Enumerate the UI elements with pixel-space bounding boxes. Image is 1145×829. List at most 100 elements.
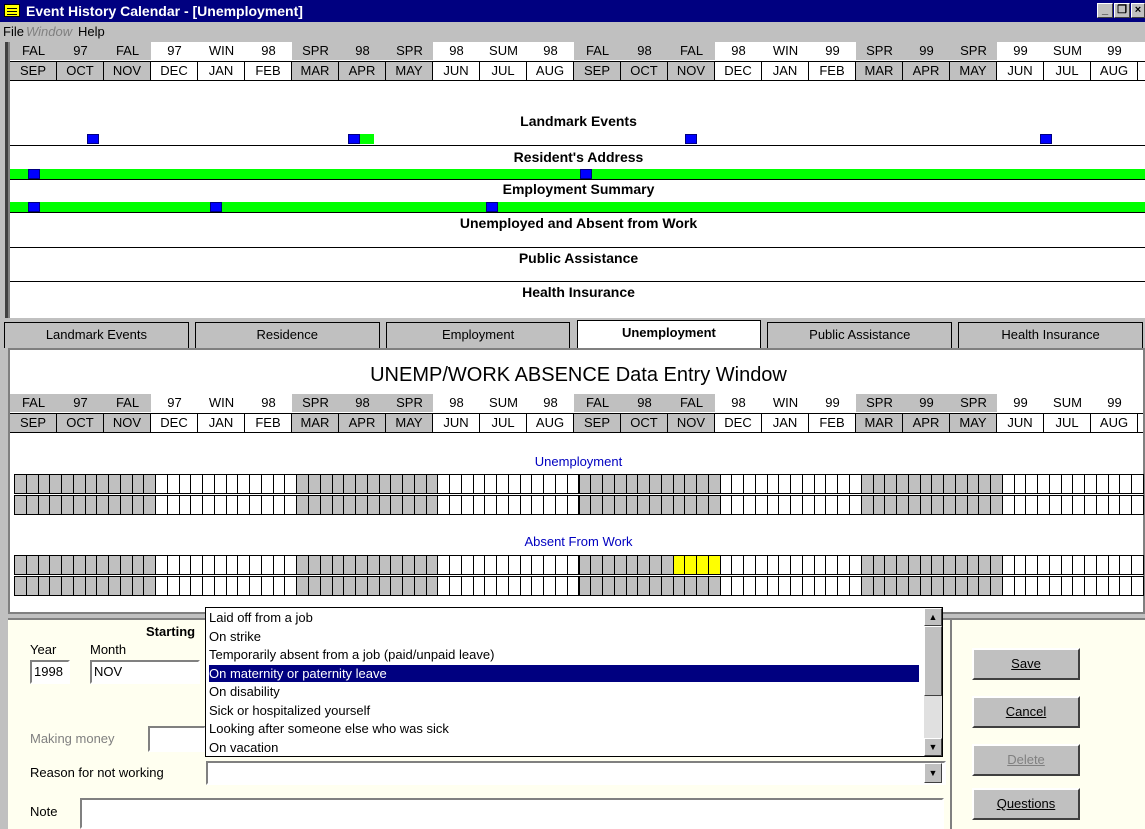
tab-employment[interactable]: Employment bbox=[385, 322, 571, 348]
grid-cell[interactable] bbox=[1131, 555, 1144, 575]
residence-marker[interactable] bbox=[580, 169, 592, 179]
questions-button[interactable]: Questions bbox=[972, 788, 1080, 820]
employment-marker[interactable] bbox=[486, 202, 498, 212]
dropdown-option[interactable]: On disability bbox=[209, 683, 919, 700]
seasons-cell: SPR bbox=[292, 42, 339, 60]
menu-help[interactable]: Help bbox=[78, 24, 105, 39]
dropdown-option[interactable]: Laid off from a job bbox=[209, 609, 919, 626]
dropdown-option[interactable]: Sick or hospitalized yourself bbox=[209, 702, 919, 719]
seasons-cell: FAL bbox=[668, 42, 715, 60]
seasons-cell: SPR bbox=[386, 42, 433, 60]
scroll-track[interactable] bbox=[924, 696, 942, 738]
months-cell: OCT bbox=[57, 62, 104, 80]
grid-cell[interactable] bbox=[1131, 576, 1144, 596]
months-cell: SEP bbox=[10, 414, 57, 432]
close-icon[interactable]: × bbox=[1131, 3, 1145, 18]
reason-dropdown-list[interactable]: On vacation Looking after someone else wh… bbox=[205, 607, 943, 757]
starting-label: Starting bbox=[146, 624, 196, 639]
dropdown-option[interactable]: On vacation bbox=[209, 739, 919, 756]
seasons-cell: SPR bbox=[386, 394, 433, 412]
months-cell: APR bbox=[903, 62, 950, 80]
months-cell: JUL bbox=[1044, 414, 1091, 432]
months-cell: AUG bbox=[1091, 414, 1138, 432]
months-cell: JUL bbox=[1044, 62, 1091, 80]
landmark-marker[interactable] bbox=[1040, 134, 1052, 144]
landmark-marker[interactable] bbox=[685, 134, 697, 144]
tab-unemployment[interactable]: Unemployment bbox=[576, 320, 762, 348]
seasons-cell: 98 bbox=[449, 43, 464, 58]
entry-month-row: SEP OCT NOV DEC JAN FEB MAR APR MAY JUN JUL AUG SEP O… bbox=[10, 413, 1143, 433]
landmark-events-label: Landmark Events bbox=[520, 113, 637, 129]
seasons-cell: 98 bbox=[543, 43, 558, 58]
months-cell: MAY bbox=[950, 414, 997, 432]
months-cell: JUN bbox=[997, 414, 1044, 432]
months-cell: MAR bbox=[292, 414, 339, 432]
making-money-field[interactable] bbox=[148, 726, 206, 752]
seasons-cell: SPR bbox=[950, 394, 997, 412]
year-label: Year bbox=[30, 642, 57, 657]
tab-landmark-events[interactable]: Landmark Events bbox=[4, 322, 189, 348]
reason-select[interactable] bbox=[206, 761, 946, 785]
dropdown-option[interactable]: Temporarily absent from a job (paid/unpa… bbox=[209, 646, 919, 663]
months-cell: SEP bbox=[10, 62, 57, 80]
seasons-cell: 97 bbox=[57, 42, 104, 60]
months-cell: FEB bbox=[245, 414, 292, 432]
dropdown-option[interactable]: On strike bbox=[209, 628, 919, 645]
seasons-cell: WIN bbox=[208, 43, 235, 58]
months-cell: MAY bbox=[386, 62, 433, 80]
months-cell: JUN bbox=[433, 414, 480, 432]
residence-marker[interactable] bbox=[28, 169, 40, 179]
seasons-cell: 99 bbox=[1013, 43, 1028, 58]
grid-cell[interactable] bbox=[1131, 495, 1144, 515]
seasons-cell: 97 bbox=[167, 43, 182, 58]
landmark-marker[interactable] bbox=[348, 134, 360, 144]
public-assistance-label: Public Assistance bbox=[518, 250, 639, 266]
note-label: Note bbox=[30, 804, 58, 819]
tab-residence[interactable]: Residence bbox=[194, 322, 380, 348]
months-cell: JAN bbox=[762, 62, 809, 80]
months-cell: JAN bbox=[762, 414, 809, 432]
seasons-cell: FAL bbox=[668, 394, 715, 412]
employment-marker[interactable] bbox=[28, 202, 40, 212]
scroll-down-icon[interactable]: ▼ bbox=[924, 738, 942, 756]
landmark-marker[interactable] bbox=[87, 134, 99, 144]
cancel-button[interactable]: Cancel bbox=[972, 696, 1080, 728]
seasons-cell: 98 bbox=[731, 43, 746, 58]
seasons-cell: SUM bbox=[1053, 43, 1082, 58]
month-select[interactable]: NOV bbox=[90, 660, 200, 684]
scroll-thumb[interactable] bbox=[924, 626, 942, 696]
tab-public-assistance[interactable]: Public Assistance bbox=[767, 322, 953, 348]
tab-health-insurance[interactable]: Health Insurance bbox=[958, 322, 1143, 348]
employment-marker[interactable] bbox=[210, 202, 222, 212]
seasons-cell: WIN bbox=[208, 395, 235, 410]
minimize-icon[interactable]: _ bbox=[1097, 3, 1113, 18]
note-field[interactable] bbox=[80, 798, 944, 829]
months-cell: APR bbox=[339, 414, 386, 432]
seasons-cell: FAL bbox=[104, 42, 151, 60]
landmark-green-bar bbox=[360, 134, 374, 144]
restore-icon[interactable]: ❐ bbox=[1114, 3, 1130, 18]
employment-green-bar[interactable] bbox=[10, 202, 1145, 212]
scroll-up-icon[interactable]: ▲ bbox=[924, 608, 942, 626]
dropdown-option[interactable]: On maternity or paternity leave bbox=[209, 664, 919, 682]
year-field[interactable]: 1998 bbox=[30, 660, 70, 684]
dropdown-scrollbar[interactable]: ▲ ▼ bbox=[924, 608, 942, 756]
seasons-cell: 98 bbox=[731, 395, 746, 410]
seasons-cell: 98 bbox=[339, 394, 386, 412]
tab-bar: Landmark Events Residence Employment Unempl… bbox=[0, 318, 1145, 348]
reason-dropdown-arrow-icon[interactable]: ▼ bbox=[924, 763, 942, 783]
months-cell: FEB bbox=[809, 62, 856, 80]
health-insurance-label: Health Insurance bbox=[522, 284, 635, 300]
delete-button[interactable]: Delete bbox=[972, 744, 1080, 776]
months-cell: AUG bbox=[527, 414, 574, 432]
seasons-cell: 99 bbox=[1107, 395, 1122, 410]
dropdown-option[interactable]: Looking after someone else who was sick bbox=[209, 720, 919, 737]
menu-file[interactable]: File bbox=[3, 24, 24, 39]
months-cell: JAN bbox=[198, 62, 245, 80]
absent-from-work-label: Absent From Work bbox=[524, 534, 633, 549]
grid-cell[interactable] bbox=[1131, 474, 1144, 494]
residence-green-bar[interactable] bbox=[10, 169, 1145, 179]
menu-window[interactable]: Window bbox=[26, 24, 72, 39]
save-button[interactable]: Save bbox=[972, 648, 1080, 680]
months-cell: AUG bbox=[527, 62, 574, 80]
